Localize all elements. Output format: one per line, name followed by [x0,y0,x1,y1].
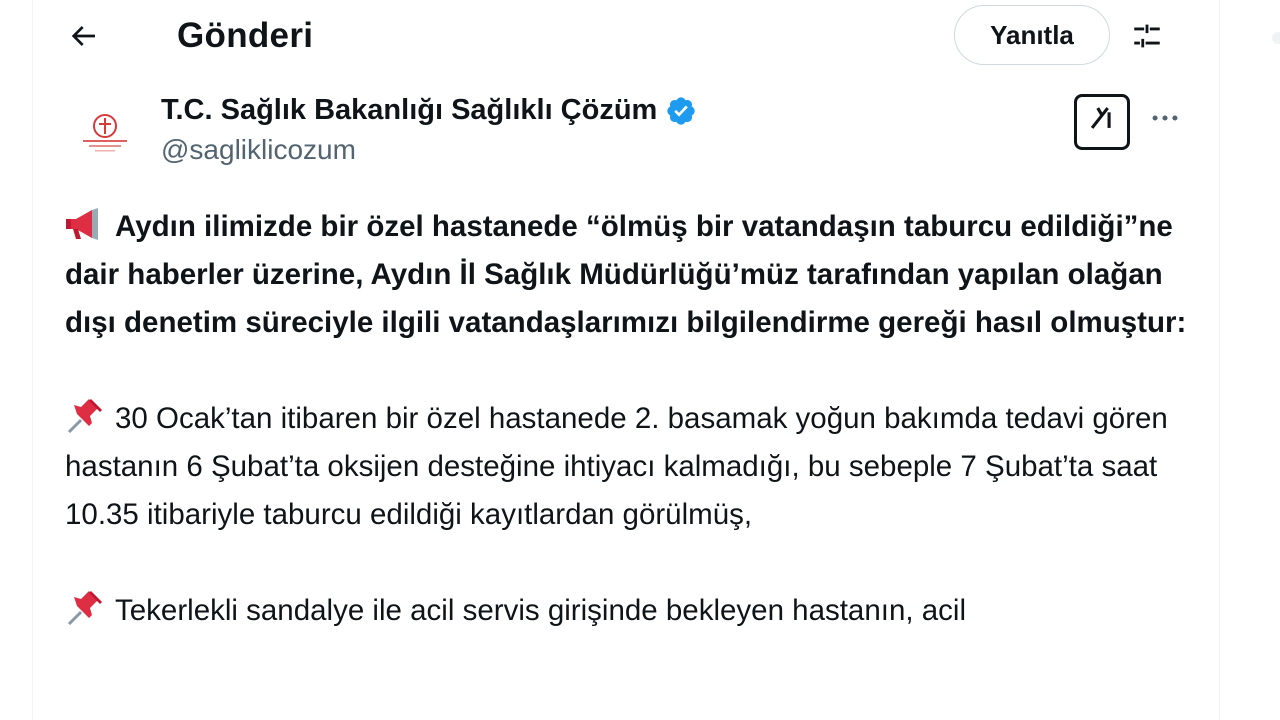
avatar[interactable] [67,96,143,172]
grok-button[interactable] [1074,94,1130,150]
adjacent-panel-edge [1272,32,1280,44]
tweet-paragraph: Tekerlekli sandalye ile acil servis giri… [65,587,1195,635]
verified-badge-icon[interactable] [665,95,697,127]
page-title: Gönderi [177,16,314,55]
grok-icon [1085,101,1119,143]
author-name[interactable]: T.C. Sağlık Bakanlığı Sağlıklı Çözüm [161,94,697,127]
settings-button[interactable] [1127,18,1167,58]
author-handle[interactable]: @sagliklicozum [161,134,356,166]
tweet-paragraph: Aydın ilimizde bir özel hastanede “ölmüş… [65,203,1195,347]
reply-button[interactable]: Yanıtla [954,5,1110,65]
tweet-paragraph: 30 Ocak’tan itibaren bir özel hastanede … [65,395,1195,539]
arrow-left-icon [67,20,99,57]
tweet-paragraph-text: 30 Ocak’tan itibaren bir özel hastanede … [65,402,1168,531]
sliders-icon [1130,19,1164,58]
ministry-logo-icon [83,114,127,152]
tweet-text: Aydın ilimizde bir özel hastanede “ölmüş… [65,203,1195,635]
back-button[interactable] [63,18,103,58]
author-name-label: T.C. Sağlık Bakanlığı Sağlıklı Çözüm [161,94,658,126]
pushpin-icon [65,590,105,626]
megaphone-icon [65,206,105,242]
tweet-paragraph-text: Tekerlekli sandalye ile acil servis giri… [115,594,967,627]
more-horizontal-icon [1148,101,1182,140]
tweet-paragraph-text: Aydın ilimizde bir özel hastanede “ölmüş… [65,210,1187,339]
post-column: Gönderi Yanıtla T.C. Sağlık Bakanlığı Sa… [32,0,1220,720]
more-button[interactable] [1145,100,1185,140]
pushpin-icon [65,398,105,434]
